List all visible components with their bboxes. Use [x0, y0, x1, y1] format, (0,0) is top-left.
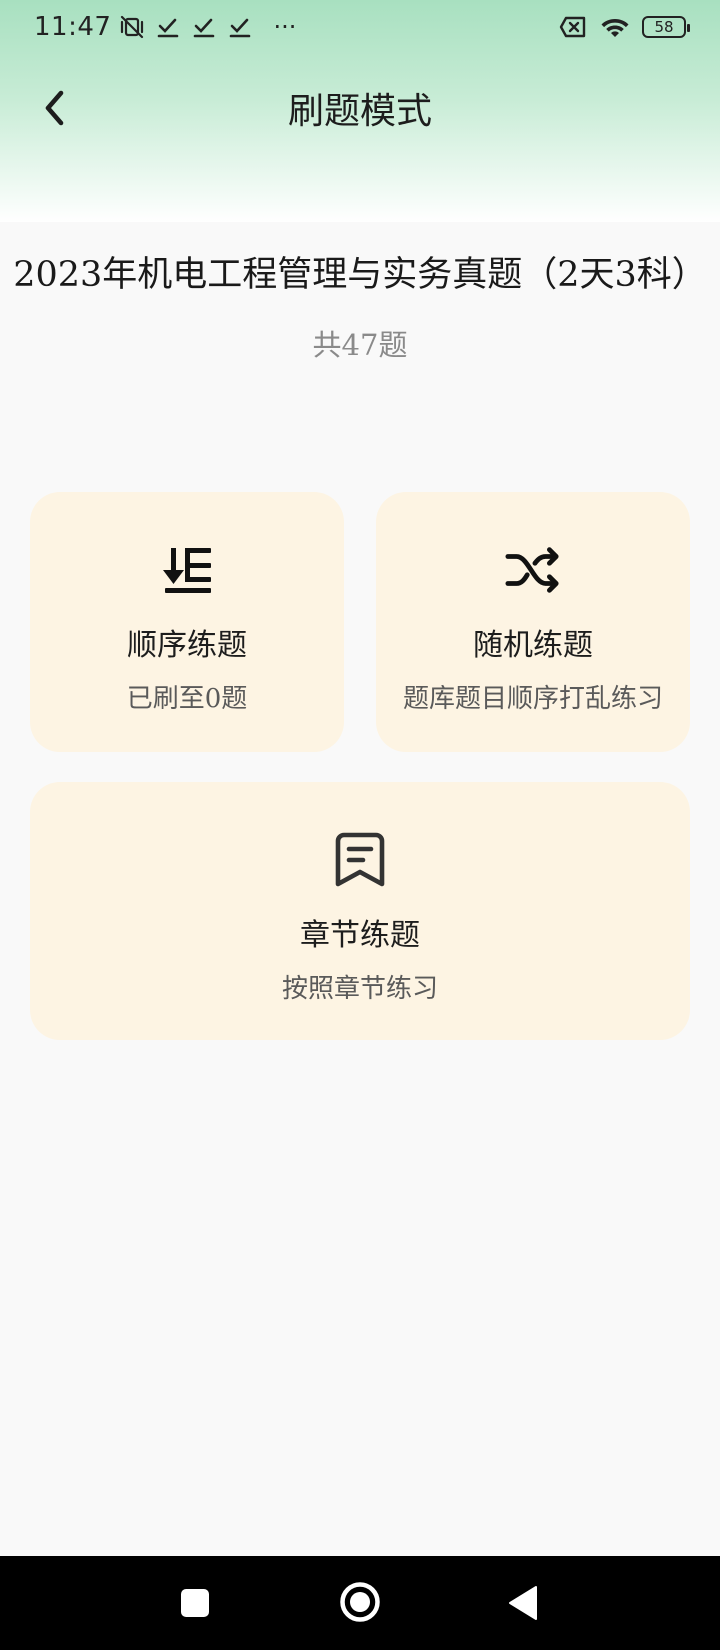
status-right: 58 — [558, 12, 690, 42]
vibrate-off-icon — [117, 12, 147, 42]
sequential-practice-card[interactable]: 顺序练题 已刷至0题 — [30, 492, 344, 752]
recent-apps-icon — [180, 1588, 210, 1618]
status-overflow: ··· — [273, 13, 297, 41]
download-done-icon — [225, 12, 255, 42]
sort-down-list-icon — [159, 542, 215, 598]
page-title: 刷题模式 — [287, 91, 432, 132]
download-done-icon — [189, 12, 219, 42]
exam-title: 2023年机电工程管理与实务真题（2天3科） — [13, 255, 707, 295]
system-back-button[interactable] — [502, 1578, 544, 1628]
status-time: 11:47 — [34, 12, 112, 42]
chapter-practice-card[interactable]: 章节练题 按照章节练习 — [30, 782, 690, 1040]
sequential-practice-title: 顺序练题 — [127, 628, 247, 663]
random-practice-subtitle: 题库题目顺序打乱练习 — [402, 684, 663, 714]
random-practice-title: 随机练题 — [473, 628, 593, 663]
system-nav-bar — [0, 1556, 720, 1650]
status-left: 11:47 ··· — [34, 12, 296, 42]
document-bookmark-icon — [332, 832, 388, 888]
download-done-icon — [153, 12, 183, 42]
random-practice-card[interactable]: 随机练题 题库题目顺序打乱练习 — [376, 492, 690, 752]
recent-apps-button[interactable] — [174, 1578, 216, 1628]
sequential-practice-subtitle: 已刷至0题 — [126, 684, 248, 714]
battery-level: 58 — [654, 18, 674, 36]
sim-off-icon — [558, 12, 588, 42]
back-icon — [508, 1585, 538, 1621]
shuffle-icon — [505, 542, 561, 598]
wifi-icon — [600, 12, 630, 42]
status-bar: 11:47 ··· 58 — [0, 0, 720, 54]
chapter-practice-title: 章节练题 — [300, 918, 420, 953]
chapter-practice-subtitle: 按照章节练习 — [281, 974, 438, 1004]
battery-icon: 58 — [642, 16, 690, 38]
home-button[interactable] — [336, 1576, 384, 1628]
question-count: 共47题 — [312, 328, 408, 362]
home-icon — [339, 1581, 381, 1623]
app-bar: 刷题模式 — [0, 68, 720, 140]
